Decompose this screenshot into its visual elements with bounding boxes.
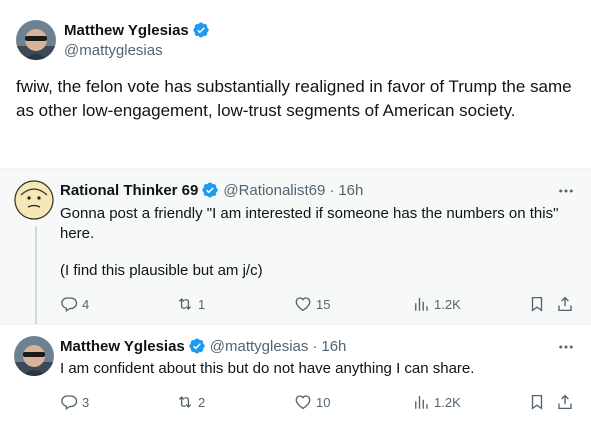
like-count: 15 <box>316 296 331 312</box>
retweet-icon <box>178 298 192 310</box>
heart-icon <box>295 297 311 312</box>
author-handle[interactable]: @mattyglesias <box>64 42 163 59</box>
bookmark-icon <box>531 394 543 410</box>
reply-tweet[interactable]: Rational Thinker 69 @Rationalist69 · 16h… <box>0 169 591 324</box>
avatar-photo-icon <box>14 336 54 376</box>
share-button[interactable] <box>556 393 574 411</box>
avatar-photo-icon <box>16 20 56 60</box>
timestamp[interactable]: 16h <box>321 338 346 355</box>
share-button[interactable] <box>556 295 574 313</box>
share-icon <box>558 394 572 410</box>
share-icon <box>558 296 572 312</box>
like-button[interactable]: 15 <box>294 295 330 313</box>
bookmark-button[interactable] <box>528 295 546 313</box>
tweet-text: I am confident about this but do not hav… <box>60 360 475 377</box>
like-count: 10 <box>316 394 331 410</box>
author-handle[interactable]: @mattyglesias <box>210 338 309 355</box>
views-button[interactable]: 1.2K <box>412 295 461 313</box>
retweet-button[interactable]: 2 <box>176 393 205 411</box>
views-chart-icon <box>415 298 428 311</box>
author-name[interactable]: Matthew Yglesias <box>64 22 189 39</box>
main-tweet[interactable]: Matthew Yglesias @mattyglesias fwiw, the… <box>0 0 591 168</box>
separator: · <box>329 181 335 199</box>
retweet-button[interactable]: 1 <box>176 295 205 313</box>
more-options-icon[interactable] <box>557 182 575 200</box>
timestamp[interactable]: 16h <box>338 182 363 199</box>
author-name[interactable]: Rational Thinker 69 <box>60 182 198 199</box>
retweet-icon <box>178 396 192 408</box>
author-handle[interactable]: @Rationalist69 <box>223 182 325 199</box>
tweet-text-secondary: (I find this plausible but am j/c) <box>60 262 263 279</box>
avatar[interactable] <box>16 20 56 60</box>
verified-badge-icon[interactable] <box>188 337 206 355</box>
reply-count: 4 <box>82 296 90 312</box>
verified-badge-icon[interactable] <box>192 21 210 39</box>
reply-count: 3 <box>82 394 90 410</box>
like-button[interactable]: 10 <box>294 393 330 411</box>
reply-button[interactable]: 4 <box>60 295 89 313</box>
heart-icon <box>295 395 311 410</box>
author-name[interactable]: Matthew Yglesias <box>60 338 185 355</box>
reply-icon <box>61 395 78 411</box>
views-count: 1.2K <box>434 296 461 312</box>
bookmark-button[interactable] <box>528 393 546 411</box>
reply-button[interactable]: 3 <box>60 393 89 411</box>
avatar[interactable] <box>14 336 54 376</box>
retweet-count: 2 <box>198 394 206 410</box>
tweet-text: Gonna post a friendly "I am interested i… <box>60 205 559 242</box>
thread-line <box>35 226 37 324</box>
retweet-count: 1 <box>198 296 206 312</box>
verified-badge-icon[interactable] <box>201 181 219 199</box>
separator: · <box>312 337 318 355</box>
bookmark-icon <box>531 296 543 312</box>
avatar[interactable] <box>14 180 54 220</box>
reply-tweet[interactable]: Matthew Yglesias @mattyglesias · 16h I a… <box>0 325 591 425</box>
tweet-text: fwiw, the felon vote has substantially r… <box>16 77 572 120</box>
avatar-cartoon-face-icon <box>14 180 54 220</box>
reply-icon <box>61 297 78 313</box>
views-count: 1.2K <box>434 394 461 410</box>
more-options-icon[interactable] <box>557 338 575 356</box>
views-chart-icon <box>415 396 428 409</box>
views-button[interactable]: 1.2K <box>412 393 461 411</box>
